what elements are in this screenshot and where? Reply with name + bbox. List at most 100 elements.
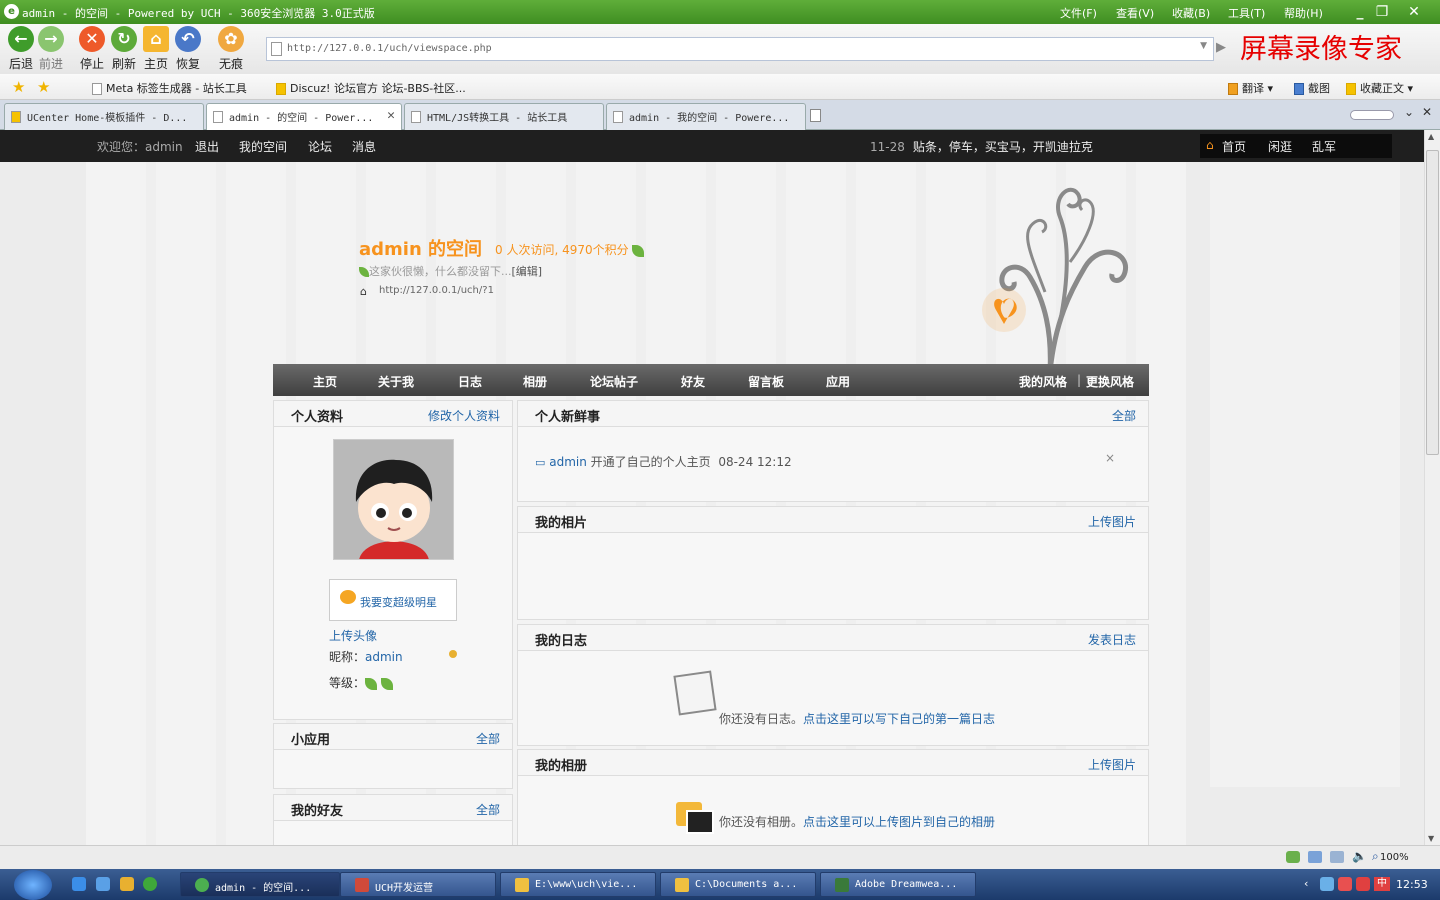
nav-guestbook[interactable]: 留言板 <box>748 373 784 390</box>
back-button[interactable]: ← 后退 <box>6 26 36 72</box>
go-icon[interactable]: ▶ <box>1216 40 1230 56</box>
360-browser-icon[interactable] <box>143 877 157 891</box>
favorites-star-icon[interactable]: ★ <box>12 78 25 96</box>
translate-label: 翻译 <box>1242 82 1264 95</box>
nav-about[interactable]: 关于我 <box>378 373 414 390</box>
stop-button[interactable]: ✕ 停止 <box>77 26 107 72</box>
close-tab-icon[interactable]: ✕ <box>1422 105 1432 119</box>
edit-motto-link[interactable]: [编辑] <box>512 265 543 278</box>
logout-link[interactable]: 退出 <box>195 138 219 155</box>
friends-all-link[interactable]: 全部 <box>476 801 500 818</box>
browse-link[interactable]: 闲逛 <box>1268 138 1292 155</box>
vertical-scrollbar[interactable]: ▲ ▼ <box>1424 130 1440 845</box>
nav-home[interactable]: 主页 <box>313 373 337 390</box>
forward-button[interactable]: → 前进 <box>36 26 66 72</box>
sound-icon[interactable]: 🔈 <box>1352 849 1367 863</box>
task-folder-documents[interactable]: C:\Documents a... <box>660 872 816 897</box>
become-star-button[interactable]: 我要变超级明星 <box>329 579 457 621</box>
zoom-level[interactable]: 100% <box>1380 852 1409 863</box>
tab-scroll-slider[interactable] <box>1350 110 1394 120</box>
nav-blog[interactable]: 日志 <box>458 373 482 390</box>
write-first-blog-link[interactable]: 点击这里可以写下自己的第一篇日志 <box>803 712 995 726</box>
upload-to-album-link[interactable]: 点击这里可以上传图片到自己的相册 <box>803 815 995 829</box>
ie-icon[interactable] <box>72 877 86 891</box>
menu-help[interactable]: 帮助(H) <box>1284 5 1323 21</box>
upload-album-link[interactable]: 上传图片 <box>1088 756 1136 773</box>
message-link[interactable]: 消息 <box>352 138 376 155</box>
ime-indicator[interactable]: 中 <box>1374 877 1390 891</box>
home-button[interactable]: ⌂ 主页 <box>141 26 171 72</box>
nav-forum-posts[interactable]: 论坛帖子 <box>590 373 638 390</box>
browser-quick-icon[interactable] <box>96 877 110 891</box>
my-style-link[interactable]: 我的风格 <box>1019 373 1067 390</box>
compat-mode-icon[interactable] <box>1308 851 1322 863</box>
start-button[interactable] <box>14 870 52 900</box>
save-article-button[interactable]: 收藏正文 ▾ <box>1346 80 1413 96</box>
nickname-value[interactable]: admin <box>365 650 403 664</box>
feed-close-icon[interactable]: × <box>1105 451 1115 465</box>
edit-profile-link[interactable]: 修改个人资料 <box>428 407 500 424</box>
avatar[interactable] <box>333 439 454 560</box>
task-folder-www[interactable]: E:\www\uch\vie... <box>500 872 656 897</box>
tab-list-icon[interactable]: ⌄ <box>1404 105 1414 119</box>
apps-all-link[interactable]: 全部 <box>476 730 500 747</box>
album-panel: 我的相册 上传图片 你还没有相册。点击这里可以上传图片到自己的相册 <box>517 749 1149 845</box>
network-tray-icon[interactable] <box>1320 877 1334 891</box>
system-clock[interactable]: 12:53 <box>1396 878 1428 891</box>
tab-ucenter[interactable]: UCenter Home-模板插件 - D... <box>4 103 204 130</box>
nav-apps[interactable]: 应用 <box>826 373 850 390</box>
zoom-icon[interactable]: ⌕ <box>1372 849 1379 864</box>
random-link[interactable]: 乱军 <box>1312 138 1336 155</box>
restore-icon[interactable]: ❐ <box>1372 3 1392 21</box>
scroll-thumb[interactable] <box>1426 150 1439 455</box>
security-icon[interactable] <box>1286 851 1300 863</box>
fav-discuz[interactable]: Discuz! 论坛官方 论坛-BBS-社区... <box>276 80 466 96</box>
tab-my-space[interactable]: admin - 我的空间 - Powere... <box>606 103 806 130</box>
address-dropdown-icon[interactable]: ▼ <box>1200 41 1207 51</box>
task-dreamweaver[interactable]: Adobe Dreamwea... <box>820 872 976 897</box>
home-icon: ⌂ <box>1206 138 1214 152</box>
forum-link[interactable]: 论坛 <box>308 138 332 155</box>
refresh-button[interactable]: ↻ 刷新 <box>109 26 139 72</box>
address-bar[interactable]: http://127.0.0.1/uch/viewspace.php ▼ <box>266 37 1214 61</box>
incognito-button[interactable]: ✿ 无痕 <box>216 26 246 72</box>
download-icon[interactable] <box>1330 851 1344 863</box>
task-uch-dev[interactable]: UCH开发运营 <box>340 872 496 897</box>
menu-file[interactable]: 文件(F) <box>1060 5 1097 21</box>
nav-friends[interactable]: 好友 <box>681 373 705 390</box>
scroll-up-icon[interactable]: ▲ <box>1428 132 1434 141</box>
welcome-user[interactable]: admin <box>145 140 183 154</box>
screenshot-button[interactable]: 截图 <box>1294 80 1330 96</box>
menu-tools[interactable]: 工具(T) <box>1228 5 1265 21</box>
announcement[interactable]: 11-28 贴条，停车，买宝马，开凯迪拉克 <box>870 138 1093 155</box>
close-icon[interactable]: ✕ <box>1404 3 1424 21</box>
upload-avatar-link[interactable]: 上传头像 <box>329 627 377 644</box>
change-style-link[interactable]: 更换风格 <box>1086 373 1134 390</box>
myspace-link[interactable]: 我的空间 <box>239 138 287 155</box>
task-admin-space[interactable]: admin - 的空间... <box>180 872 340 897</box>
antivirus-tray-icon[interactable] <box>1338 877 1352 891</box>
space-url[interactable]: http://127.0.0.1/uch/?1 <box>379 285 494 296</box>
broom-icon[interactable] <box>120 877 134 891</box>
feed-user-link[interactable]: admin <box>549 455 587 469</box>
minimize-icon[interactable]: _ <box>1350 3 1370 21</box>
upload-photo-link[interactable]: 上传图片 <box>1088 513 1136 530</box>
feed-all-link[interactable]: 全部 <box>1112 407 1136 424</box>
menu-favorites[interactable]: 收藏(B) <box>1172 5 1210 21</box>
tab-html-js[interactable]: HTML/JS转换工具 - 站长工具 <box>404 103 604 130</box>
translate-button[interactable]: 翻译 ▾ <box>1228 80 1273 96</box>
new-tab-icon[interactable] <box>810 109 821 122</box>
add-favorite-icon[interactable]: ★ <box>37 78 50 96</box>
post-blog-link[interactable]: 发表日志 <box>1088 631 1136 648</box>
fav-meta-tool[interactable]: Meta 标签生成器 - 站长工具 <box>92 80 247 96</box>
tab-admin-space[interactable]: admin - 的空间 - Power... ✕ <box>206 103 402 131</box>
menu-view[interactable]: 查看(V) <box>1116 5 1154 21</box>
page-icon <box>92 83 102 95</box>
tray-app-icon[interactable] <box>1356 877 1370 891</box>
nav-album[interactable]: 相册 <box>523 373 547 390</box>
site-home-link[interactable]: 首页 <box>1222 138 1246 155</box>
tray-expand-icon[interactable]: ‹ <box>1304 877 1308 890</box>
tab-close-icon[interactable]: ✕ <box>387 108 395 123</box>
scroll-down-icon[interactable]: ▼ <box>1428 834 1434 843</box>
restore-button[interactable]: ↶ 恢复 <box>173 26 203 72</box>
